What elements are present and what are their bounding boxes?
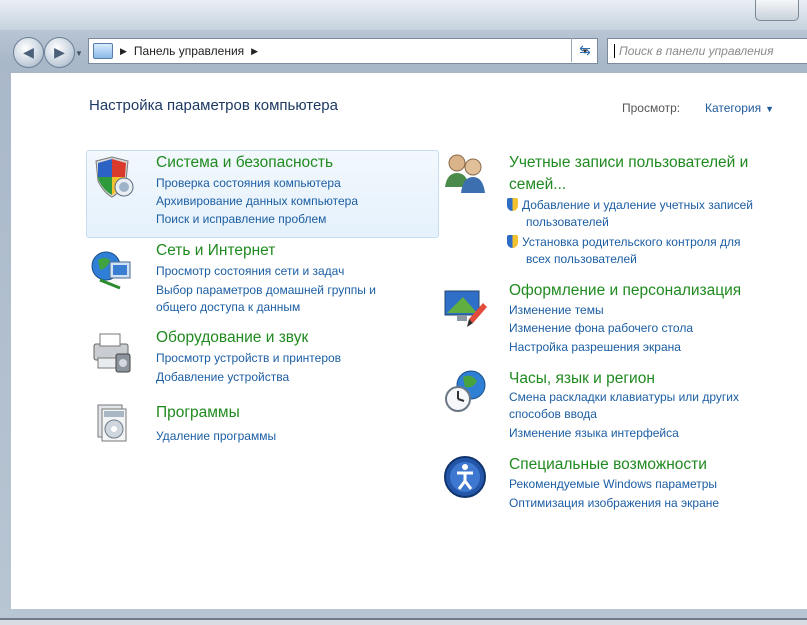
address-bar[interactable]: ▶ Панель управления ▶ ▼ [88, 38, 598, 64]
link-change-theme[interactable]: Изменение темы [509, 302, 604, 319]
refresh-button[interactable]: ⇆ [571, 38, 598, 62]
link-text[interactable]: Добавление и удаление учетных записей [522, 198, 753, 212]
category-title[interactable]: Учетные записи пользователей и семей... [509, 152, 748, 196]
uac-shield-icon [507, 198, 518, 211]
uac-shield-icon [507, 235, 518, 248]
link-add-device[interactable]: Добавление устройства [156, 369, 289, 386]
link-network-status[interactable]: Просмотр состояния сети и задач [156, 263, 344, 280]
back-button[interactable]: ◀ [13, 37, 44, 68]
back-arrow-icon: ◀ [23, 44, 34, 60]
link-uninstall[interactable]: Удаление программы [156, 428, 276, 445]
link-screen-resolution[interactable]: Настройка разрешения экрана [509, 339, 681, 356]
content-area: Настройка параметров компьютера Просмотр… [11, 72, 807, 609]
refresh-icon: ⇆ [579, 41, 591, 58]
security-shield-icon [95, 156, 134, 198]
programs-icon [97, 404, 127, 442]
link-text[interactable]: способов ввода [509, 407, 597, 421]
view-label: Просмотр: [622, 101, 681, 115]
link-keyboard-layout[interactable]: Смена раскладки клавиатуры или других сп… [509, 389, 739, 423]
category-title-line1[interactable]: Учетные записи пользователей и [509, 154, 748, 171]
history-dropdown-icon[interactable]: ▼ [75, 49, 83, 58]
network-globe-icon [91, 251, 131, 290]
accessibility-icon [444, 456, 486, 498]
link-text[interactable]: Установка родительского контроля для [522, 235, 741, 249]
category-title[interactable]: Часы, язык и регион [509, 368, 655, 390]
navigation-bar: ◀ ▶ ▼ ▶ Панель управления ▶ ▼ ⇆ Поиск в … [0, 30, 807, 72]
category-title[interactable]: Оформление и персонализация [509, 280, 741, 302]
link-change-background[interactable]: Изменение фона рабочего стола [509, 320, 693, 337]
link-backup[interactable]: Архивирование данных компьютера [156, 193, 358, 210]
link-homegroup-line2[interactable]: общего доступа к данным [156, 300, 300, 314]
link-parental-control[interactable]: Установка родительского контроля для все… [507, 234, 741, 268]
link-display-language[interactable]: Изменение языка интерфейса [509, 425, 679, 442]
view-by-dropdown[interactable]: Категория ▼ [705, 101, 774, 115]
chevron-right-icon[interactable]: ▶ [251, 46, 258, 57]
search-input[interactable]: Поиск в панели управления [607, 38, 807, 64]
category-title-line2[interactable]: семей... [509, 176, 566, 193]
link-text[interactable]: пользователей [526, 215, 609, 229]
title-bar [0, 0, 807, 30]
breadcrumb-control-panel[interactable]: Панель управления [134, 44, 244, 58]
link-text[interactable]: Смена раскладки клавиатуры или других [509, 390, 739, 404]
page-title: Настройка параметров компьютера [89, 97, 338, 114]
users-icon [445, 154, 485, 193]
category-title[interactable]: Специальные возможности [509, 454, 707, 476]
link-text[interactable]: всех пользователей [526, 252, 637, 266]
category-title[interactable]: Оборудование и звук [156, 327, 308, 349]
category-title[interactable]: Сеть и Интернет [156, 240, 275, 262]
forward-arrow-icon: ▶ [54, 44, 65, 60]
control-panel-window: ◀ ▶ ▼ ▶ Панель управления ▶ ▼ ⇆ Поиск в … [0, 0, 807, 620]
link-devices-printers[interactable]: Просмотр устройств и принтеров [156, 350, 341, 367]
link-recommended-settings[interactable]: Рекомендуемые Windows параметры [509, 476, 717, 493]
category-title[interactable]: Программы [156, 402, 240, 424]
link-troubleshoot[interactable]: Поиск и исправление проблем [156, 211, 326, 228]
text-caret [614, 44, 615, 58]
chevron-right-icon[interactable]: ▶ [120, 46, 127, 57]
clock-globe-icon [445, 370, 486, 412]
link-optimize-display[interactable]: Оптимизация изображения на экране [509, 495, 719, 512]
view-value[interactable]: Категория [705, 101, 761, 115]
forward-button[interactable]: ▶ [44, 37, 75, 68]
link-homegroup-line1[interactable]: Выбор параметров домашней группы и [156, 283, 376, 297]
link-homegroup[interactable]: Выбор параметров домашней группы и общег… [156, 282, 376, 316]
display-paint-icon [444, 290, 487, 327]
link-check-status[interactable]: Проверка состояния компьютера [156, 175, 341, 192]
printer-icon [93, 333, 131, 373]
search-placeholder: Поиск в панели управления [619, 44, 774, 58]
close-button[interactable] [755, 0, 799, 21]
link-add-remove-accounts[interactable]: Добавление и удаление учетных записей по… [507, 197, 753, 231]
chevron-down-icon[interactable]: ▼ [765, 104, 774, 114]
category-title[interactable]: Система и безопасность [156, 152, 333, 174]
control-panel-icon [93, 43, 113, 59]
